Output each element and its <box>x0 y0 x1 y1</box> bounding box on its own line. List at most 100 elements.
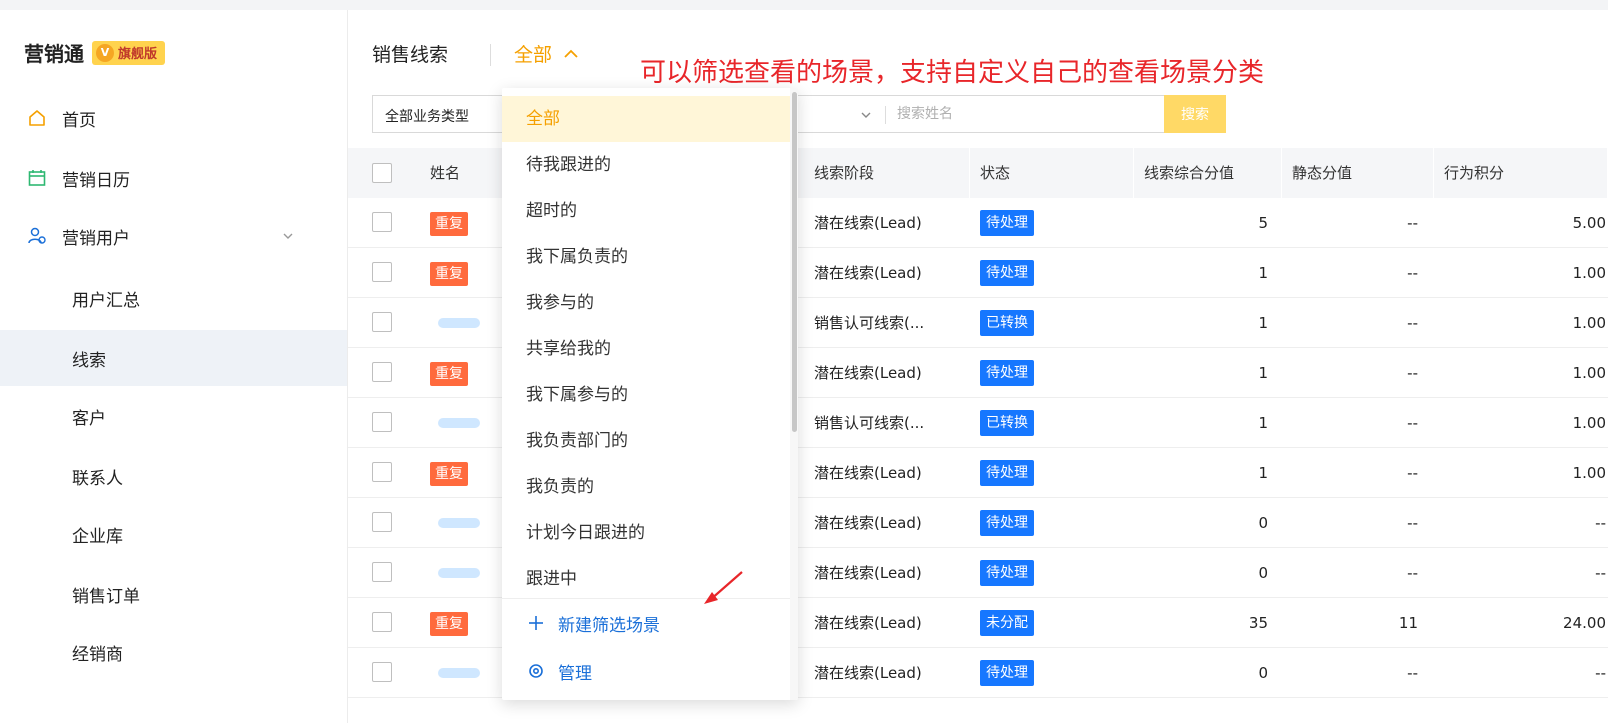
header-divider <box>490 44 491 66</box>
masked-name <box>438 668 480 678</box>
row-checkbox[interactable] <box>372 512 392 532</box>
column-header-static-score[interactable]: 静态分值 <box>1282 148 1434 198</box>
row-checkbox[interactable] <box>372 612 392 632</box>
row-checkbox[interactable] <box>372 562 392 582</box>
scene-option[interactable]: 超时的 <box>502 188 790 234</box>
lead-stage: 潜在线索(Lead) <box>814 364 922 382</box>
select-all-checkbox[interactable] <box>372 163 392 183</box>
masked-name <box>438 568 480 578</box>
new-scene-label: 新建筛选场景 <box>558 615 660 636</box>
sidebar-item-contacts[interactable]: 联系人 <box>0 448 347 504</box>
duplicate-badge: 重复 <box>430 362 468 386</box>
masked-name <box>438 518 480 528</box>
home-icon <box>26 107 48 129</box>
filter-field-select[interactable] <box>796 95 1166 133</box>
static-score: -- <box>1407 214 1418 232</box>
lead-score: 1 <box>1258 314 1268 332</box>
row-checkbox[interactable] <box>372 362 392 382</box>
sidebar-item-customers[interactable]: 客户 <box>0 388 347 444</box>
scene-dropdown: 全部 待我跟进的 超时的 我下属负责的 我参与的 共享给我的 我下属参与的 我负责部门的 我负责… <box>502 88 798 700</box>
calendar-icon <box>26 167 48 189</box>
row-checkbox[interactable] <box>372 312 392 332</box>
brand: 营销通 V 旗舰版 <box>24 38 166 67</box>
business-type-select[interactable]: 全部业务类型 <box>372 95 504 133</box>
chevron-down-icon <box>281 228 295 248</box>
lead-score: 1 <box>1258 414 1268 432</box>
scene-option[interactable]: 我下属负责的 <box>502 234 790 280</box>
dropdown-scrollbar-thumb[interactable] <box>792 92 797 432</box>
masked-name <box>438 318 480 328</box>
sidebar-item-leads[interactable]: 线索 <box>0 330 347 386</box>
row-checkbox[interactable] <box>372 662 392 682</box>
row-checkbox[interactable] <box>372 462 392 482</box>
vip-icon: V <box>96 43 114 62</box>
sidebar-item-label: 用户汇总 <box>72 290 140 311</box>
dropdown-divider <box>502 598 790 599</box>
sidebar-item-label: 首页 <box>62 110 96 131</box>
sidebar-item-home[interactable]: 首页 <box>0 90 347 146</box>
chevron-down-icon <box>859 108 873 126</box>
edition-label: 旗舰版 <box>118 47 158 62</box>
scene-option[interactable]: 共享给我的 <box>502 326 790 372</box>
status-badge: 待处理 <box>980 660 1034 686</box>
row-checkbox[interactable] <box>372 262 392 282</box>
sidebar-item-label: 营销用户 <box>62 228 130 249</box>
status-badge: 待处理 <box>980 510 1034 536</box>
scene-option[interactable]: 待我跟进的 <box>502 142 790 188</box>
column-header-score[interactable]: 线索综合分值 <box>1134 148 1282 198</box>
sidebar-item-marketing-users[interactable]: 营销用户 <box>0 208 347 264</box>
status-badge: 已转换 <box>980 410 1034 436</box>
sidebar-item-enterprise-library[interactable]: 企业库 <box>0 506 347 562</box>
sidebar-item-user-summary[interactable]: 用户汇总 <box>0 270 347 326</box>
sidebar-item-label: 联系人 <box>72 468 123 489</box>
status-badge: 待处理 <box>980 460 1034 486</box>
scene-option[interactable]: 我参与的 <box>502 280 790 326</box>
plus-icon <box>526 615 546 631</box>
scene-option[interactable]: 全部 <box>502 96 790 142</box>
sidebar-item-label: 线索 <box>72 350 106 371</box>
behavior-points: 1.00 <box>1572 464 1606 482</box>
column-header-status[interactable]: 状态 <box>970 148 1134 198</box>
chevron-up-icon <box>564 49 578 58</box>
sidebar-item-dealers[interactable]: 经销商 <box>0 624 347 680</box>
masked-name <box>438 418 480 428</box>
sidebar-item-calendar[interactable]: 营销日历 <box>0 150 347 206</box>
settings-icon <box>526 663 546 679</box>
lead-stage: 潜在线索(Lead) <box>814 564 922 582</box>
search-input[interactable] <box>897 96 1157 132</box>
static-score: -- <box>1407 464 1418 482</box>
lead-stage: 潜在线索(Lead) <box>814 214 922 232</box>
behavior-points: 1.00 <box>1572 364 1606 382</box>
scene-option[interactable]: 我下属参与的 <box>502 372 790 418</box>
scene-option[interactable]: 我负责的 <box>502 464 790 510</box>
lead-stage: 潜在线索(Lead) <box>814 464 922 482</box>
status-badge: 待处理 <box>980 360 1034 386</box>
sidebar-item-label: 企业库 <box>72 526 123 547</box>
manage-button[interactable]: 管理 <box>526 656 592 686</box>
row-checkbox[interactable] <box>372 212 392 232</box>
manage-label: 管理 <box>558 663 592 684</box>
sidebar-item-sales-orders[interactable]: 销售订单 <box>0 566 347 622</box>
row-checkbox[interactable] <box>372 412 392 432</box>
behavior-points: 1.00 <box>1572 314 1606 332</box>
status-badge: 待处理 <box>980 560 1034 586</box>
search-button[interactable]: 搜索 <box>1164 95 1226 133</box>
lead-stage: 潜在线索(Lead) <box>814 614 922 632</box>
new-scene-button[interactable]: 新建筛选场景 <box>526 608 660 638</box>
lead-stage: 潜在线索(Lead) <box>814 514 922 532</box>
lead-stage: 销售认可线索(... <box>814 314 925 332</box>
duplicate-badge: 重复 <box>430 262 468 286</box>
column-header-stage[interactable]: 线索阶段 <box>804 148 970 198</box>
scene-option[interactable]: 跟进中 <box>502 556 790 602</box>
behavior-points: -- <box>1595 564 1606 582</box>
behavior-points: 5.00 <box>1572 214 1606 232</box>
column-header-behavior-points[interactable]: 行为积分 <box>1434 148 1608 198</box>
brand-name: 营销通 <box>24 42 84 66</box>
scene-option[interactable]: 计划今日跟进的 <box>502 510 790 556</box>
scene-option[interactable]: 我负责部门的 <box>502 418 790 464</box>
scene-selector[interactable]: 全部 <box>514 40 580 67</box>
static-score: -- <box>1407 664 1418 682</box>
status-badge: 已转换 <box>980 310 1034 336</box>
static-score: -- <box>1407 364 1418 382</box>
top-strip <box>0 0 1608 10</box>
